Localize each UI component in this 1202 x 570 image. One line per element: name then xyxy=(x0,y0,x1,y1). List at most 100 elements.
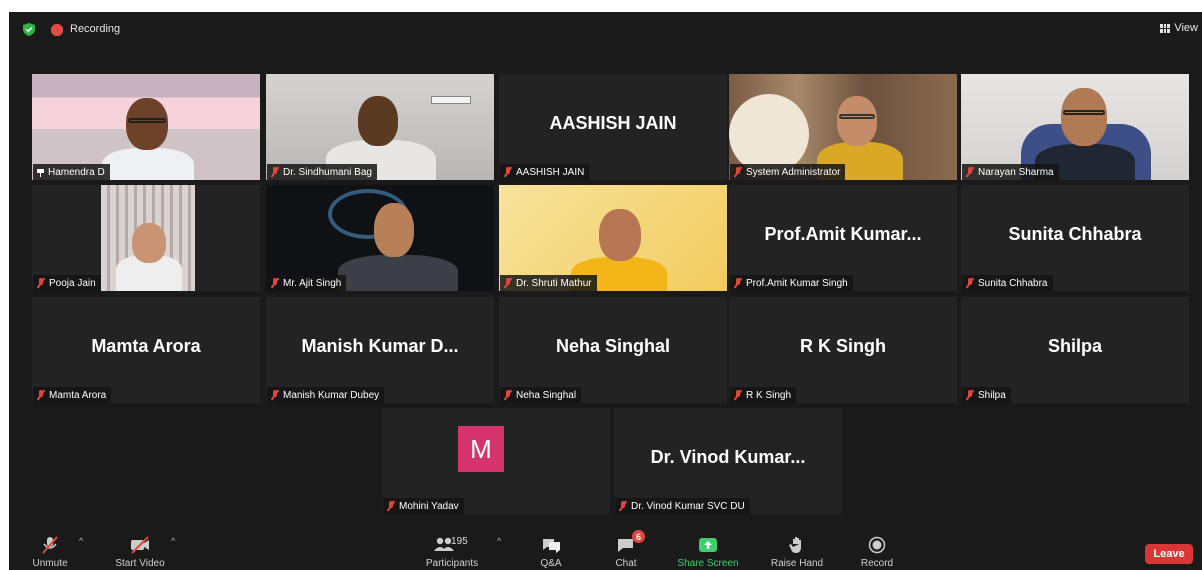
participants-label: Participants xyxy=(425,558,479,569)
participant-name-tag: Manish Kumar Dubey xyxy=(267,387,385,403)
video-tile-system-admin[interactable]: System Administrator xyxy=(729,74,957,180)
muted-mic-icon xyxy=(618,501,628,511)
participant-name-tag: Sunita Chhabra xyxy=(962,275,1053,291)
muted-mic-icon xyxy=(42,536,58,554)
participant-name-tag: Hamendra D xyxy=(33,164,110,180)
start-video-label: Start Video xyxy=(115,558,165,569)
muted-mic-icon xyxy=(733,278,743,288)
participants-button[interactable]: 195 Participants xyxy=(417,526,487,570)
participant-name-tag: AASHISH JAIN xyxy=(500,164,590,180)
participant-name-tag: Dr. Vinod Kumar SVC DU xyxy=(615,498,750,514)
avatar: M xyxy=(458,426,504,472)
participant-name-tag: R K Singh xyxy=(730,387,797,403)
record-label: Record xyxy=(860,558,894,569)
participant-name: Neha Singhal xyxy=(516,389,577,401)
video-tile-manish[interactable]: Manish Kumar D... Manish Kumar Dubey xyxy=(266,297,494,403)
video-tile-aashish[interactable]: AASHISH JAIN AASHISH JAIN xyxy=(499,74,727,180)
participant-name-tag: Dr. Sindhumani Bag xyxy=(267,164,377,180)
unmute-label: Unmute xyxy=(32,558,68,569)
video-tile-shruti[interactable]: Dr. Shruti Mathur xyxy=(499,185,727,291)
participants-caret-icon[interactable]: ^ xyxy=(497,536,501,546)
raise-hand-button[interactable]: Raise Hand xyxy=(765,526,829,570)
participant-name-tag: Pooja Jain xyxy=(33,275,101,291)
muted-mic-icon xyxy=(965,278,975,288)
participant-name-tag: Dr. Shruti Mathur xyxy=(500,275,597,291)
participant-name-tag: Narayan Sharma xyxy=(962,164,1059,180)
view-label: View xyxy=(1174,22,1198,34)
participant-name: R K Singh xyxy=(746,389,792,401)
muted-mic-icon xyxy=(965,390,975,400)
share-screen-icon xyxy=(699,538,717,552)
participant-name: Sunita Chhabra xyxy=(978,277,1048,289)
video-tile-hamendra[interactable]: Hamendra D xyxy=(32,74,260,180)
video-tile-ajit[interactable]: Mr. Ajit Singh xyxy=(266,185,494,291)
grid-icon xyxy=(1160,23,1171,33)
participant-name-tag: System Administrator xyxy=(730,164,846,180)
participant-name-tag: Neha Singhal xyxy=(500,387,582,403)
participant-name-tag: Mamta Arora xyxy=(33,387,112,403)
participant-name: AASHISH JAIN xyxy=(516,166,585,178)
meeting-toolbar: Unmute ^ Start Video ^ 195 Participants … xyxy=(9,526,1202,570)
unmute-button[interactable]: Unmute xyxy=(27,526,73,570)
muted-mic-icon xyxy=(503,167,513,177)
participant-name: Dr. Vinod Kumar SVC DU xyxy=(631,500,745,512)
video-tile-amit[interactable]: Prof.Amit Kumar... Prof.Amit Kumar Singh xyxy=(729,185,957,291)
participants-count: 195 xyxy=(451,536,468,547)
video-tile-sunita[interactable]: Sunita Chhabra Sunita Chhabra xyxy=(961,185,1189,291)
muted-mic-icon xyxy=(503,390,513,400)
view-button[interactable]: View xyxy=(1160,22,1198,34)
video-tile-shilpa[interactable]: Shilpa Shilpa xyxy=(961,297,1189,403)
chat-unread-badge: 6 xyxy=(632,530,645,543)
video-tile-mamta[interactable]: Mamta Arora Mamta Arora xyxy=(32,297,260,403)
audio-options-caret-icon[interactable]: ^ xyxy=(79,536,83,546)
muted-mic-icon xyxy=(503,278,513,288)
participant-name-tag: Shilpa xyxy=(962,387,1011,403)
recording-label[interactable]: Recording xyxy=(70,23,120,35)
video-options-caret-icon[interactable]: ^ xyxy=(171,536,175,546)
shield-icon[interactable] xyxy=(23,23,35,36)
start-video-button[interactable]: Start Video xyxy=(103,526,177,570)
leave-button[interactable]: Leave xyxy=(1145,544,1193,564)
video-tile-narayan[interactable]: Narayan Sharma xyxy=(961,74,1189,180)
qa-button[interactable]: Q&A xyxy=(529,526,573,570)
participant-name: Hamendra D xyxy=(48,166,105,178)
record-button[interactable]: Record xyxy=(855,526,899,570)
participant-name-tag: Prof.Amit Kumar Singh xyxy=(730,275,853,291)
muted-mic-icon xyxy=(733,390,743,400)
participant-name: Narayan Sharma xyxy=(978,166,1054,178)
video-tile-pooja[interactable]: Pooja Jain xyxy=(32,185,260,291)
video-tile-neha[interactable]: Neha Singhal Neha Singhal xyxy=(499,297,727,403)
share-screen-button[interactable]: Share Screen xyxy=(673,526,743,570)
video-tile-mohini[interactable]: M Mohini Yadav xyxy=(382,408,610,514)
muted-mic-icon xyxy=(386,501,396,511)
participant-name: Dr. Shruti Mathur xyxy=(516,277,592,289)
record-icon xyxy=(868,536,886,554)
share-screen-label: Share Screen xyxy=(677,558,739,569)
muted-mic-icon xyxy=(270,167,280,177)
chat-button[interactable]: 6 Chat xyxy=(606,526,646,570)
muted-mic-icon xyxy=(36,278,46,288)
participant-name: Mamta Arora xyxy=(49,389,107,401)
raise-hand-label: Raise Hand xyxy=(770,558,824,569)
participant-name-tag: Mohini Yadav xyxy=(383,498,464,514)
muted-mic-icon xyxy=(965,167,975,177)
muted-mic-icon xyxy=(36,390,46,400)
top-bar: Recording View xyxy=(9,12,1202,44)
qa-label: Q&A xyxy=(540,558,562,569)
muted-mic-icon xyxy=(270,278,280,288)
zoom-meeting-window: Recording View Hamendra D Dr. Sindhumani… xyxy=(9,12,1202,570)
muted-mic-icon xyxy=(270,390,280,400)
pin-icon xyxy=(36,168,45,177)
participant-name-tag: Mr. Ajit Singh xyxy=(267,275,347,291)
chat-label: Chat xyxy=(615,558,637,569)
video-tile-sindhumani[interactable]: Dr. Sindhumani Bag xyxy=(266,74,494,180)
participant-name: Mr. Ajit Singh xyxy=(283,277,342,289)
video-tile-vinod[interactable]: Dr. Vinod Kumar... Dr. Vinod Kumar SVC D… xyxy=(614,408,842,514)
recording-icon[interactable] xyxy=(51,24,63,36)
participant-name: Manish Kumar Dubey xyxy=(283,389,380,401)
participant-name: System Administrator xyxy=(746,166,841,178)
chat-icon: 6 xyxy=(615,530,645,554)
qa-icon xyxy=(543,539,560,553)
participant-name: Pooja Jain xyxy=(49,277,96,289)
video-tile-rk-singh[interactable]: R K Singh R K Singh xyxy=(729,297,957,403)
